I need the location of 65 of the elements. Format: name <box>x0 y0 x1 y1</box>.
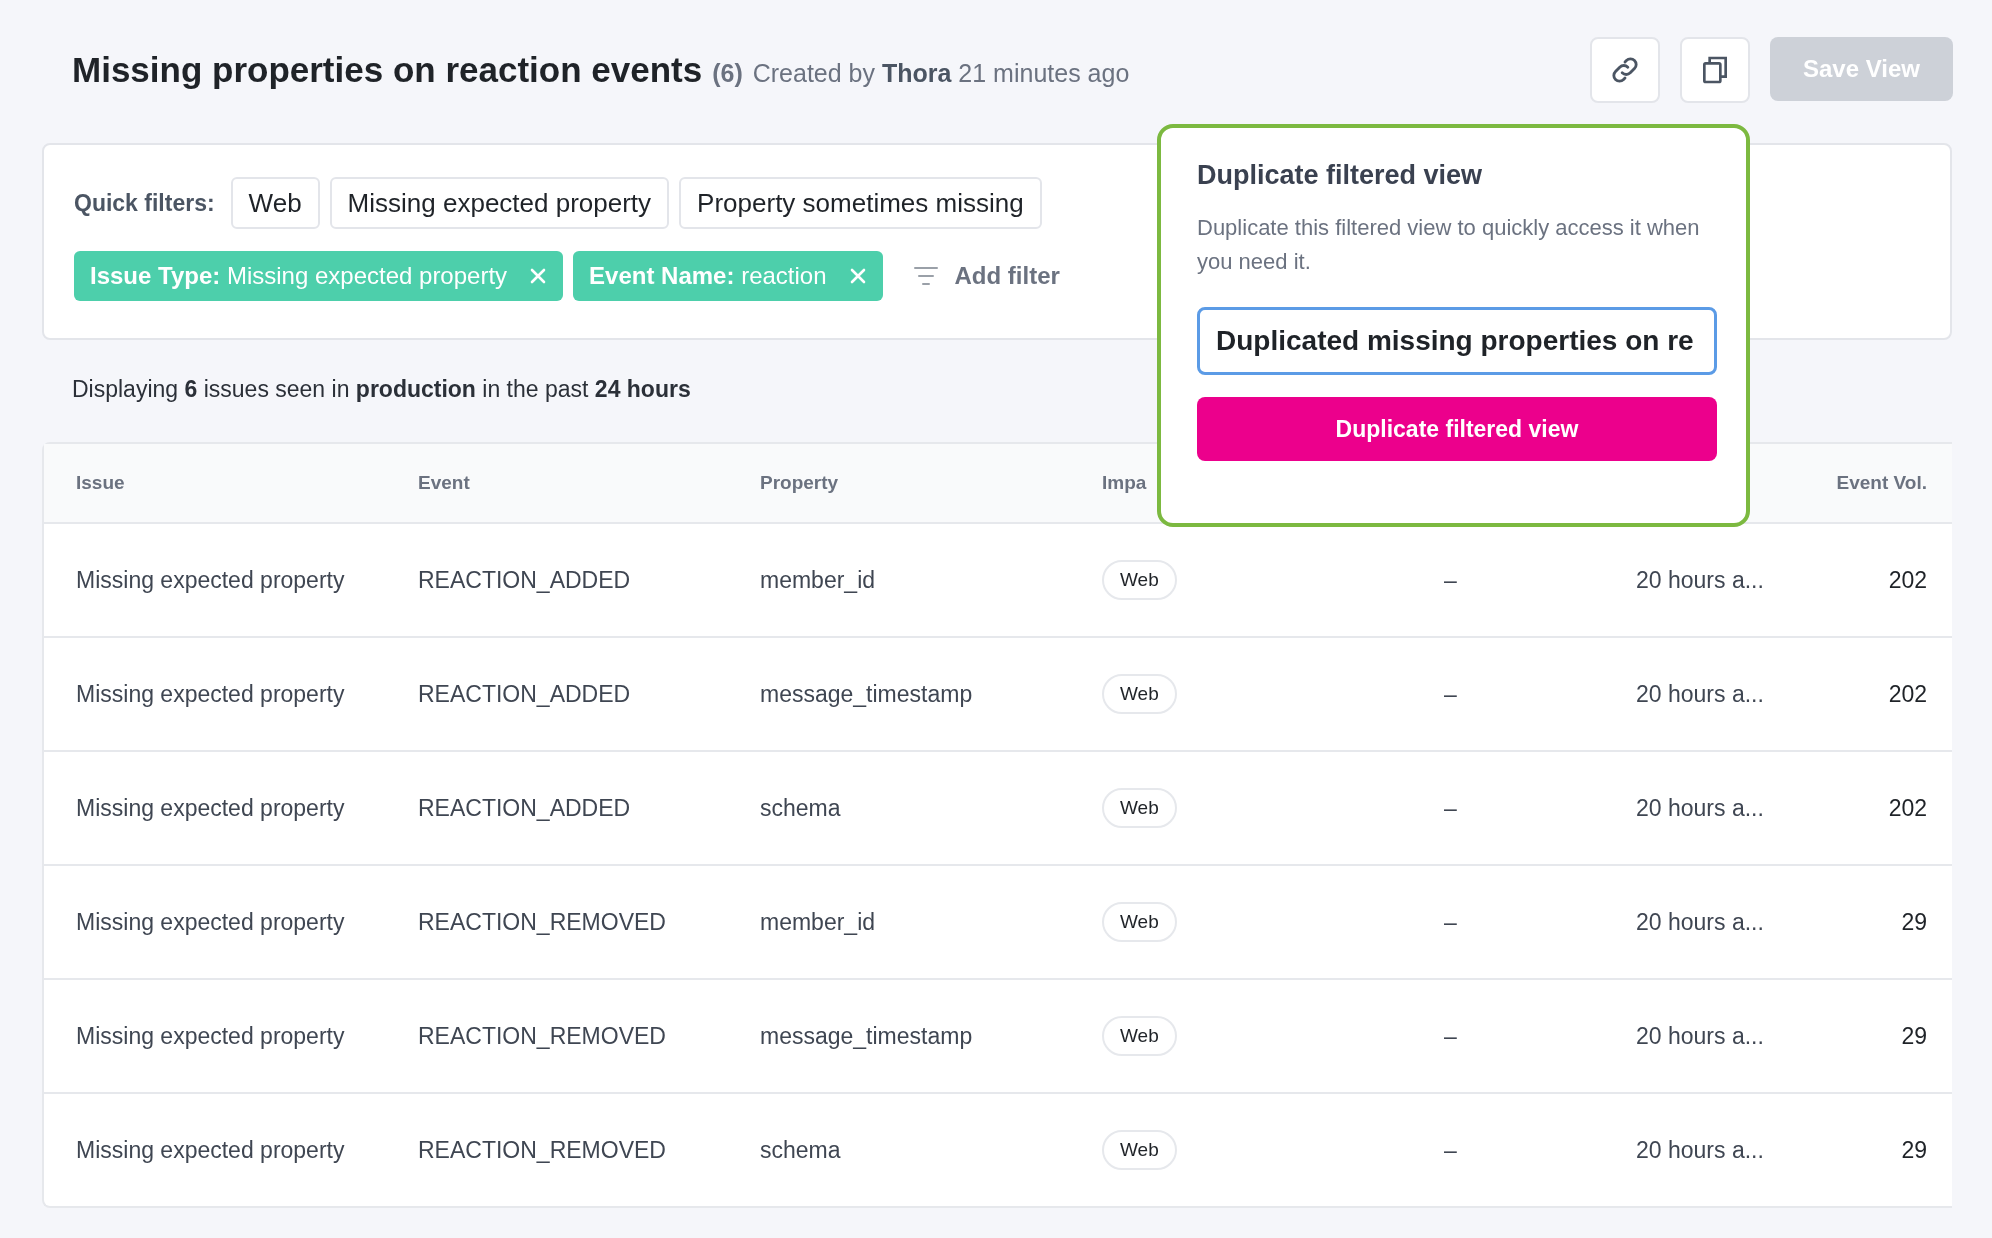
table-cell-text: 20 hours a... <box>1636 794 1765 822</box>
table-cell-text: schema <box>760 1136 842 1164</box>
table-cell-text: Missing expected property <box>76 1022 346 1050</box>
table-cell-text: 20 hours a... <box>1636 680 1765 708</box>
quick-filters-label: Quick filters: <box>74 189 215 217</box>
column-header: Issue <box>76 472 126 494</box>
created-by-text: Created by Thora 21 minutes ago <box>752 59 1130 88</box>
add-filter-button[interactable]: Add filter <box>906 261 1066 291</box>
column-header: Property <box>760 472 840 494</box>
table-cell-text: 20 hours a... <box>1636 908 1765 936</box>
filter-label: Issue Type: Missing expected property <box>90 262 508 290</box>
filter-label: Event Name: reaction <box>589 262 827 290</box>
table-cell-text: message_timestamp <box>760 1022 974 1050</box>
view-name-field[interactable]: Duplicated missing properties on re <box>1197 307 1717 375</box>
table-cell-text: – <box>1443 1022 1458 1050</box>
quick-filter-chip[interactable]: Web <box>230 177 320 229</box>
table-cell-text: member_id <box>760 908 877 936</box>
quick-filter-chip[interactable]: Property sometimes missing <box>679 177 1042 229</box>
table-cell-text: – <box>1443 908 1458 936</box>
table-cell-text: REACTION_REMOVED <box>418 908 667 936</box>
table-cell-text: 20 hours a... <box>1636 1136 1765 1164</box>
summary-text: Displaying 6 issues seen in production in the past 24 hours <box>72 376 692 404</box>
popover-description: Duplicate this filtered view to quickly access it when you need it. <box>1197 214 1701 276</box>
table-cell-text: Missing expected property <box>76 680 346 708</box>
table-cell-text: 202 <box>1887 794 1927 822</box>
platform-tag: Web <box>1102 1130 1177 1170</box>
platform-tag: Web <box>1102 674 1177 714</box>
table-cell-text: REACTION_REMOVED <box>418 1022 667 1050</box>
table-cell-text: REACTION_REMOVED <box>418 1136 667 1164</box>
table-cell-text: schema <box>760 794 842 822</box>
table-cell-text: message_timestamp <box>760 680 974 708</box>
issue-count: (6) <box>712 59 743 88</box>
table-cell-text: Missing expected property <box>76 1136 346 1164</box>
table-cell-text: 20 hours a... <box>1636 566 1765 594</box>
table-cell-text: REACTION_ADDED <box>418 794 632 822</box>
table-cell-text: – <box>1443 1136 1458 1164</box>
table-cell-text: 20 hours a... <box>1636 1022 1765 1050</box>
table-cell-text: Missing expected property <box>76 566 346 594</box>
popover-title: Duplicate filtered view <box>1197 160 1484 191</box>
platform-tag: Web <box>1102 788 1177 828</box>
filter-icon <box>912 265 939 287</box>
table-cell-text: 29 <box>1900 908 1927 936</box>
table-cell-text: – <box>1443 794 1458 822</box>
table-cell-text: 202 <box>1887 566 1927 594</box>
quick-filter-chip[interactable]: Missing expected property <box>329 177 670 229</box>
platform-tag: Web <box>1102 560 1177 600</box>
copy-link-button[interactable] <box>1590 37 1660 103</box>
duplicate-button[interactable] <box>1680 37 1750 103</box>
column-header: Event Vol. <box>1835 472 1927 494</box>
table-cell-text: – <box>1443 680 1458 708</box>
table-cell-text: 29 <box>1900 1136 1927 1164</box>
column-header: Impa <box>1102 472 1148 494</box>
platform-tag: Web <box>1102 1016 1177 1056</box>
table-cell-text: Missing expected property <box>76 794 346 822</box>
table-cell-text: member_id <box>760 566 877 594</box>
table-cell-text: 202 <box>1887 680 1927 708</box>
page-title: Missing properties on reaction events <box>72 50 703 90</box>
platform-tag: Web <box>1102 902 1177 942</box>
column-header: Event <box>418 472 471 494</box>
table-cell-text: 29 <box>1900 1022 1927 1050</box>
table-cell-text: REACTION_ADDED <box>418 566 632 594</box>
table-cell-text: – <box>1443 566 1458 594</box>
duplicate-filtered-view-button[interactable]: Duplicate filtered view <box>1197 397 1717 461</box>
table-cell-text: Missing expected property <box>76 908 346 936</box>
table-cell-text: REACTION_ADDED <box>418 680 632 708</box>
